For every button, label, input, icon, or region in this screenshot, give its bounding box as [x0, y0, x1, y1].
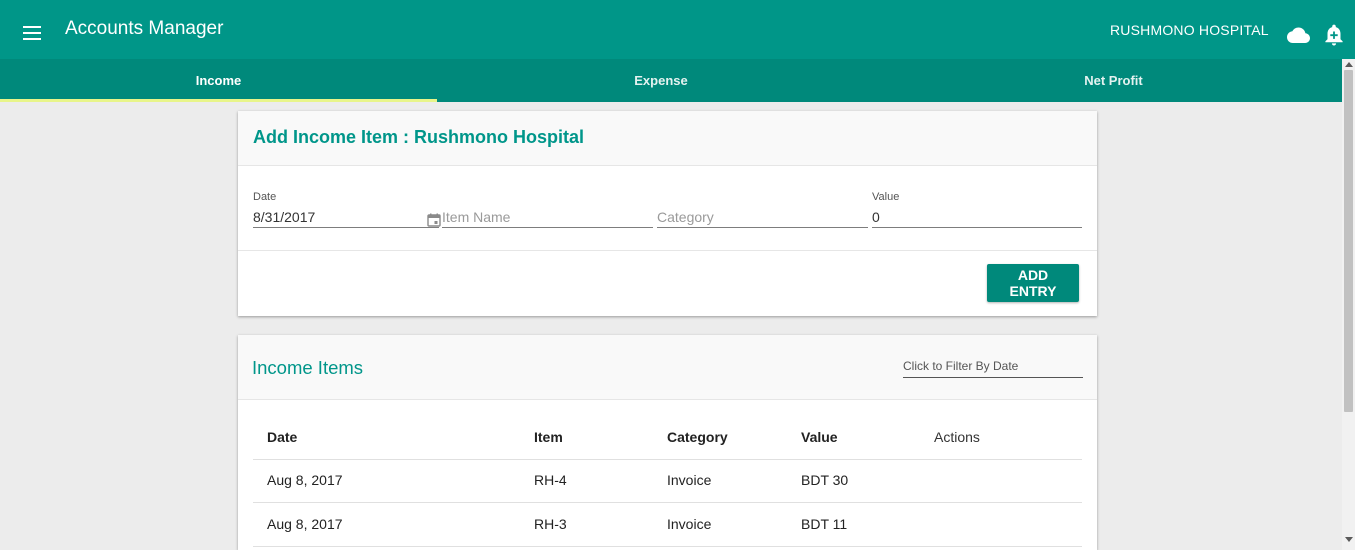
- add-income-card: Add Income Item : Rushmono Hospital Date…: [238, 111, 1097, 316]
- date-filter-field[interactable]: [903, 357, 1083, 379]
- category-underline: [657, 227, 868, 228]
- add-entry-button[interactable]: ADD ENTRY: [987, 264, 1079, 302]
- table-row[interactable]: Aug 8, 2017 RH-4 Invoice BDT 30: [253, 458, 1082, 503]
- date-filter-input[interactable]: [903, 359, 1083, 373]
- date-underline: [253, 227, 439, 228]
- row-value: BDT 11: [801, 516, 848, 532]
- app-toolbar: Accounts Manager RUSHMONO HOSPITAL: [0, 0, 1355, 59]
- row-value: BDT 30: [801, 472, 849, 488]
- column-header-category[interactable]: Category: [667, 415, 728, 459]
- value-label: Value: [872, 191, 900, 203]
- organization-name: RUSHMONO HOSPITAL: [1110, 22, 1269, 38]
- row-date: Aug 8, 2017: [267, 472, 343, 488]
- table-header: Date Item Category Value Actions: [253, 415, 1082, 460]
- column-header-date[interactable]: Date: [267, 415, 297, 459]
- tab-bar: Income Expense Net Profit: [0, 59, 1342, 102]
- item-name-field[interactable]: [442, 191, 653, 231]
- cloud-icon[interactable]: [1286, 24, 1310, 44]
- category-input[interactable]: [657, 209, 868, 225]
- tab-net-profit[interactable]: Net Profit: [885, 59, 1342, 102]
- row-category: Invoice: [667, 516, 712, 532]
- active-tab-indicator: [0, 99, 437, 102]
- value-underline: [872, 227, 1082, 228]
- calendar-icon[interactable]: [427, 213, 441, 227]
- income-items-header: Income Items: [238, 335, 1097, 400]
- menu-icon[interactable]: [23, 26, 41, 40]
- item-name-underline: [442, 227, 653, 228]
- value-field[interactable]: Value 0: [872, 191, 1082, 231]
- add-income-title: Add Income Item : Rushmono Hospital: [253, 127, 585, 147]
- row-date: Aug 8, 2017: [267, 516, 343, 532]
- notification-bell-icon[interactable]: [1324, 24, 1344, 46]
- date-filter-underline: [903, 377, 1083, 378]
- scroll-down-arrow-icon[interactable]: [1345, 537, 1353, 542]
- income-items-title: Income Items: [252, 357, 364, 378]
- date-value[interactable]: 8/31/2017: [253, 209, 315, 225]
- scrollbar-thumb[interactable]: [1344, 70, 1353, 412]
- table-row[interactable]: Aug 8, 2017 RH-3 Invoice BDT 11: [253, 502, 1082, 547]
- row-category: Invoice: [667, 472, 712, 488]
- scroll-up-arrow-icon[interactable]: [1345, 62, 1353, 67]
- row-item: RH-3: [534, 516, 567, 532]
- item-name-input[interactable]: [442, 209, 653, 225]
- column-header-actions: Actions: [934, 429, 980, 445]
- date-field[interactable]: Date 8/31/2017: [253, 191, 441, 231]
- tab-expense[interactable]: Expense: [437, 59, 885, 102]
- column-header-value[interactable]: Value: [801, 415, 838, 459]
- tab-income[interactable]: Income: [0, 59, 437, 102]
- income-items-card: Income Items Date Item Category Value Ac…: [238, 335, 1097, 550]
- category-field[interactable]: [657, 191, 868, 231]
- row-item: RH-4: [534, 472, 567, 488]
- app-title: Accounts Manager: [65, 18, 224, 39]
- add-income-card-header: Add Income Item : Rushmono Hospital: [238, 111, 1097, 166]
- date-label: Date: [253, 191, 277, 203]
- value-input[interactable]: 0: [872, 209, 880, 225]
- page-scrollbar[interactable]: [1342, 59, 1355, 550]
- column-header-item[interactable]: Item: [534, 415, 563, 459]
- card-divider: [238, 250, 1097, 251]
